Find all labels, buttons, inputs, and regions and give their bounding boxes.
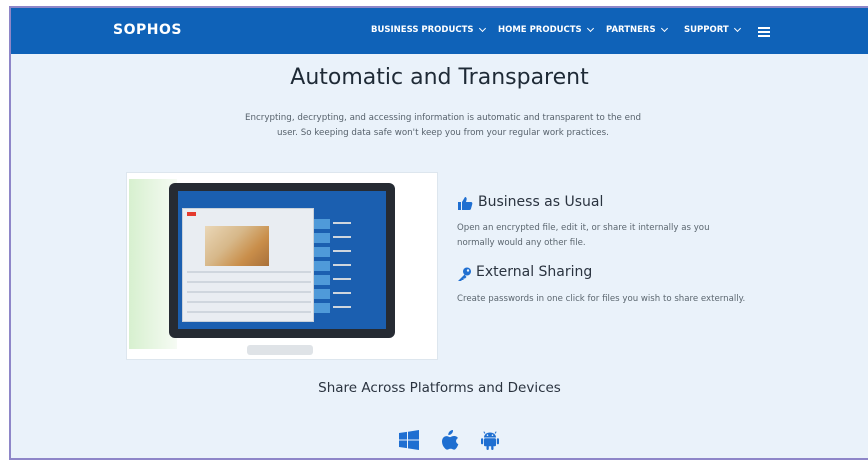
monitor-illustration <box>126 172 438 360</box>
windows-icon[interactable] <box>399 430 419 450</box>
page-subtitle: Encrypting, decrypting, and accessing in… <box>244 113 641 138</box>
chevron-down-icon <box>586 24 594 33</box>
nav-label: PARTNERS <box>606 25 656 35</box>
android-icon[interactable] <box>481 430 499 450</box>
cat-photo <box>205 226 269 266</box>
top-navigation-bar: SOPHOS BUSINESS PRODUCTS HOME PRODUCTS P… <box>11 8 868 54</box>
browser-viewport: SOPHOS BUSINESS PRODUCTS HOME PRODUCTS P… <box>9 6 868 460</box>
key-icon <box>458 267 471 281</box>
nav-label: HOME PRODUCTS <box>498 25 582 35</box>
sophos-logo[interactable]: SOPHOS <box>113 22 182 38</box>
share-section-title: Share Across Platforms and Devices <box>318 380 561 396</box>
feature-title: External Sharing <box>476 264 593 280</box>
chevron-down-icon <box>660 24 668 33</box>
page-title: Automatic and Transparent <box>290 65 589 90</box>
hamburger-icon[interactable] <box>758 27 770 37</box>
nav-partners[interactable]: PARTNERS <box>606 24 668 35</box>
nav-home-products[interactable]: HOME PRODUCTS <box>498 24 594 35</box>
monitor-stand <box>247 345 313 355</box>
feature-title: Business as Usual <box>478 194 604 210</box>
nav-label: SUPPORT <box>684 25 729 35</box>
platform-icon-row <box>399 430 499 450</box>
monitor-graphic <box>169 183 395 338</box>
nav-label: BUSINESS PRODUCTS <box>371 25 474 35</box>
feature-description: Open an encrypted file, edit it, or shar… <box>457 223 710 248</box>
chevron-down-icon <box>478 24 486 33</box>
nav-business-products[interactable]: BUSINESS PRODUCTS <box>371 24 486 35</box>
nav-support[interactable]: SUPPORT <box>684 24 741 35</box>
chevron-down-icon <box>733 24 741 33</box>
thumbs-up-icon <box>458 197 473 210</box>
apple-icon[interactable] <box>441 430 459 450</box>
feature-description: Create passwords in one click for files … <box>457 294 746 304</box>
